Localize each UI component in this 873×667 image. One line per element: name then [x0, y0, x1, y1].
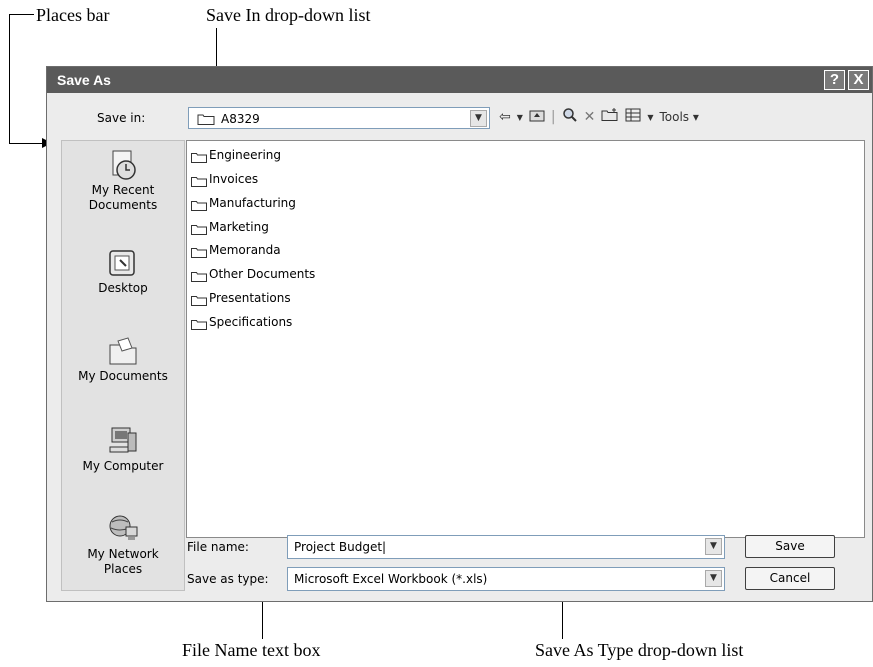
save-in-value: A8329	[221, 112, 260, 126]
help-button[interactable]: ?	[824, 70, 845, 90]
list-item[interactable]: Invoices	[191, 170, 258, 188]
views-icon[interactable]	[625, 108, 641, 126]
network-places-icon	[106, 513, 140, 543]
folder-icon	[191, 174, 207, 187]
list-item[interactable]: Marketing	[191, 218, 269, 236]
toolbar: ⇦ ▼ | ✕ ▼ Tools ▾	[499, 107, 699, 127]
callout-line	[9, 143, 43, 144]
folder-name: Other Documents	[209, 267, 316, 281]
chevron-down-icon[interactable]: ▼	[470, 110, 487, 127]
folder-name: Invoices	[209, 172, 259, 186]
chevron-down-icon[interactable]: ▼	[517, 113, 523, 122]
folder-icon	[191, 269, 207, 282]
list-item[interactable]: Manufacturing	[191, 194, 296, 212]
list-item[interactable]: Presentations	[191, 289, 291, 307]
place-label: My Computer	[82, 459, 164, 473]
places-bar: My Recent Documents Desktop My Documents…	[61, 140, 185, 591]
folder-icon	[191, 150, 207, 163]
title-bar[interactable]: Save As ? X	[47, 67, 872, 93]
place-my-network-places[interactable]: My Network Places	[62, 513, 184, 577]
back-icon[interactable]: ⇦	[499, 109, 511, 125]
place-label: My Network	[87, 547, 159, 561]
list-item[interactable]: Other Documents	[191, 265, 315, 283]
folder-icon	[191, 293, 207, 306]
file-list[interactable]: Engineering Invoices Manufacturing Marke…	[186, 140, 865, 538]
folder-icon	[191, 198, 207, 211]
delete-icon[interactable]: ✕	[584, 109, 596, 125]
callout-places-bar: Places bar	[36, 5, 110, 25]
desktop-icon	[106, 247, 140, 277]
search-icon[interactable]	[562, 107, 578, 127]
file-name-input[interactable]: Project Budget| ▼	[287, 535, 725, 559]
dialog-title: Save As	[57, 72, 111, 88]
folder-name: Engineering	[209, 148, 281, 162]
folder-icon	[191, 222, 207, 235]
place-label: Documents	[88, 198, 158, 212]
folder-icon	[191, 245, 207, 258]
folder-icon	[191, 317, 207, 330]
place-label: Desktop	[98, 281, 148, 295]
save-in-label: Save in:	[97, 111, 146, 125]
chevron-down-icon[interactable]: ▼	[647, 113, 653, 122]
file-name-label: File name:	[187, 540, 249, 554]
list-item[interactable]: Memoranda	[191, 241, 281, 259]
place-desktop[interactable]: Desktop	[62, 247, 184, 296]
folder-name: Memoranda	[209, 243, 281, 257]
callout-save-in: Save In drop-down list	[206, 5, 371, 25]
folder-name: Presentations	[209, 291, 291, 305]
place-my-documents[interactable]: My Documents	[62, 335, 184, 384]
up-folder-icon[interactable]	[529, 108, 545, 126]
place-label: Places	[103, 562, 143, 576]
list-item[interactable]: Specifications	[191, 313, 292, 331]
save-button[interactable]: Save	[745, 535, 835, 558]
folder-name: Marketing	[209, 220, 269, 234]
recent-documents-icon	[106, 149, 140, 180]
folder-name: Specifications	[209, 315, 293, 329]
place-my-computer[interactable]: My Computer	[62, 425, 184, 474]
folder-name: Manufacturing	[209, 196, 296, 210]
tools-menu[interactable]: Tools ▾	[660, 110, 699, 124]
close-button[interactable]: X	[848, 70, 869, 90]
save-as-type-value: Microsoft Excel Workbook (*.xls)	[294, 572, 488, 586]
callout-line	[9, 14, 34, 15]
my-computer-icon	[106, 425, 140, 455]
callout-save-as-type: Save As Type drop-down list	[535, 640, 744, 660]
callout-file-name: File Name text box	[182, 640, 321, 660]
save-as-dialog: Save As ? X Save in: A8329 ▼ ⇦ ▼ | ✕ ▼ T…	[46, 66, 873, 602]
chevron-down-icon[interactable]: ▼	[705, 570, 722, 587]
my-documents-icon	[106, 335, 140, 365]
place-label: My Documents	[78, 369, 168, 383]
file-name-value: Project Budget|	[294, 540, 387, 554]
callout-line	[9, 14, 10, 144]
chevron-down-icon[interactable]: ▼	[705, 538, 722, 555]
save-as-type-dropdown[interactable]: Microsoft Excel Workbook (*.xls) ▼	[287, 567, 725, 591]
save-as-type-label: Save as type:	[187, 572, 269, 586]
separator: |	[550, 109, 556, 125]
cancel-button[interactable]: Cancel	[745, 567, 835, 590]
save-in-dropdown[interactable]: A8329 ▼	[188, 107, 490, 129]
list-item[interactable]: Engineering	[191, 146, 281, 164]
place-label: My Recent	[91, 183, 155, 197]
new-folder-icon[interactable]	[601, 108, 619, 126]
place-my-recent-documents[interactable]: My Recent Documents	[62, 149, 184, 213]
folder-icon	[197, 113, 215, 128]
